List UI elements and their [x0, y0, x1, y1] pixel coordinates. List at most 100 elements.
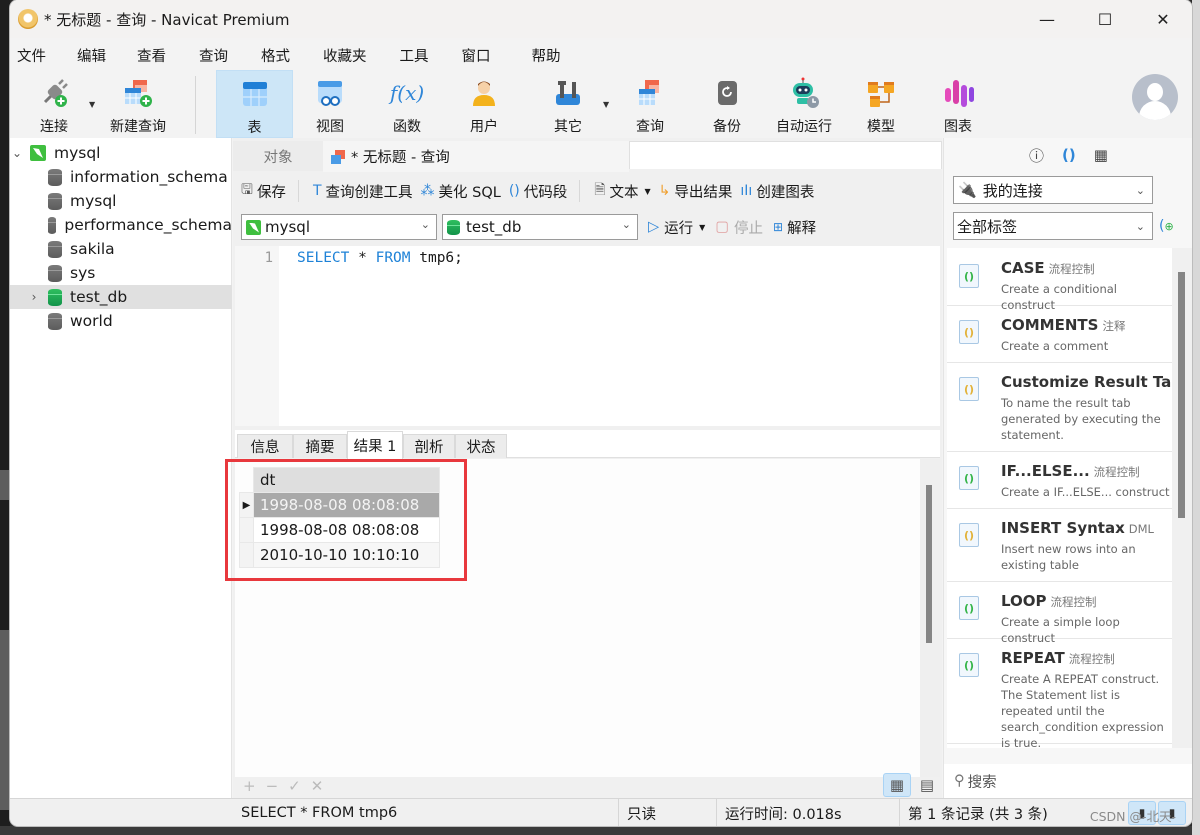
run-dropdown-arrow-icon[interactable]: ▼ — [699, 223, 705, 232]
table-cell[interactable]: 2010-10-10 10:10:10 — [253, 542, 440, 568]
tree-db-information_schema[interactable]: information_schema — [10, 165, 232, 189]
tree-db-world[interactable]: world — [10, 309, 232, 333]
tree-db-mysql[interactable]: mysql — [10, 189, 232, 213]
snippet-item[interactable]: () REPEAT 流程控制 Create A REPEAT construct.… — [947, 639, 1172, 748]
discard-changes-button[interactable]: ✕ — [311, 777, 324, 795]
scrollbar-thumb[interactable] — [926, 485, 932, 643]
snippet-search-input[interactable]: ⚲ 搜索 — [944, 764, 1192, 798]
layout-icon[interactable]: ▦ — [1094, 146, 1108, 164]
snippet-icon[interactable]: () — [1062, 146, 1076, 164]
tab-result-1[interactable]: 结果 1 — [347, 431, 403, 459]
tab-summary[interactable]: 摘要 — [293, 434, 347, 458]
row-header[interactable] — [239, 542, 254, 568]
snippet-item[interactable]: () COMMENTS 注释 Create a comment — [947, 306, 1172, 363]
tab-query[interactable]: * 无标题 - 查询 — [323, 141, 629, 172]
explain-button[interactable]: ⊞ 解释 — [773, 217, 816, 238]
minimize-button[interactable]: — — [1018, 0, 1076, 38]
toolbar-model-button[interactable]: 模型 — [855, 70, 907, 138]
selector-row: mysql ⌄ test_db ⌄ ▷ 运行 ▼ ▢ 停止 ⊞ 解释 — [241, 214, 816, 240]
stop-icon: ▢ — [715, 219, 730, 235]
grid-view-button[interactable]: ▦ — [883, 773, 911, 797]
toolbar-query-button[interactable]: 查询 — [624, 70, 676, 138]
tag-filter-select[interactable]: 全部标签 ⌄ — [953, 212, 1153, 240]
tab-objects[interactable]: 对象 — [233, 141, 323, 171]
toolbar-connect-button[interactable]: 连接 — [28, 70, 80, 138]
create-chart-button[interactable]: ıIı 创建图表 — [740, 181, 814, 202]
toolbar-new-query-button[interactable]: 新建查询 — [102, 70, 174, 138]
apply-changes-button[interactable]: ✓ — [288, 777, 301, 795]
connect-dropdown-arrow-icon[interactable]: ▼ — [89, 100, 95, 109]
snippet-item[interactable]: () Customize Result Tab N To name the re… — [947, 363, 1172, 452]
toolbar-chart-button[interactable]: 图表 — [932, 70, 984, 138]
toolbar-backup-button[interactable]: 备份 — [701, 70, 753, 138]
row-header[interactable] — [239, 517, 254, 543]
close-button[interactable]: ✕ — [1134, 0, 1192, 38]
tab-status[interactable]: 状态 — [455, 434, 507, 458]
toolbar-user-button[interactable]: 用户 — [458, 70, 510, 138]
tree-db-performance_schema[interactable]: performance_schema — [10, 213, 232, 237]
snippet-item[interactable]: () INSERT Syntax DML Insert new rows into… — [947, 509, 1172, 582]
tab-profile[interactable]: 剖析 — [403, 434, 455, 458]
toolbar-automation-button[interactable]: 自动运行 — [772, 70, 836, 138]
chevron-down-icon: ⌄ — [621, 218, 631, 231]
search-icon: ⚲ — [954, 773, 965, 789]
run-button[interactable]: ▷ 运行 ▼ — [648, 217, 705, 238]
sql-editor[interactable]: 1 SELECT * FROM tmp6; — [235, 246, 940, 426]
menu-tools[interactable]: 工具 — [400, 45, 429, 66]
menu-view[interactable]: 查看 — [137, 45, 166, 66]
chevron-down-icon[interactable]: ⌄ — [10, 146, 24, 160]
snippet-item[interactable]: () Runtime Parameter — [947, 744, 1172, 748]
toolbar-table-button[interactable]: 表 — [216, 70, 293, 138]
menu-file[interactable]: 文件 — [17, 45, 46, 66]
other-dropdown-arrow-icon[interactable]: ▼ — [603, 100, 609, 109]
tree-db-sys[interactable]: sys — [10, 261, 232, 285]
column-header-dt[interactable]: dt — [253, 467, 440, 493]
scrollbar-thumb[interactable] — [1178, 272, 1185, 518]
table-row[interactable]: 1998-08-08 08:08:08 — [239, 517, 440, 543]
menu-query[interactable]: 查询 — [199, 45, 228, 66]
info-icon[interactable]: ⓘ — [1029, 145, 1044, 166]
tree-db-label: sys — [70, 264, 96, 282]
snippet-list-scrollbar[interactable] — [1172, 248, 1192, 748]
menu-format[interactable]: 格式 — [261, 45, 290, 66]
table-cell[interactable]: 1998-08-08 08:08:08 — [253, 492, 440, 518]
add-record-button[interactable]: + — [243, 777, 256, 795]
beautify-sql-button[interactable]: ⁂ 美化 SQL — [421, 181, 501, 202]
user-avatar[interactable] — [1132, 74, 1178, 120]
delete-record-button[interactable]: − — [266, 777, 279, 795]
form-view-button[interactable]: ▤ — [913, 773, 941, 797]
toolbar-function-button[interactable]: f(x) 函数 — [381, 70, 433, 138]
menu-favorites[interactable]: 收藏夹 — [323, 45, 367, 66]
code-snippet-button[interactable]: () 代码段 — [509, 181, 567, 202]
tree-db-sakila[interactable]: sakila — [10, 237, 232, 261]
menu-window[interactable]: 窗口 — [462, 45, 491, 66]
tree-connection-mysql[interactable]: ⌄ mysql — [10, 141, 232, 165]
toolbar-other-button[interactable]: 其它 — [542, 70, 594, 138]
database-select[interactable]: test_db ⌄ — [442, 214, 638, 240]
snippet-item[interactable]: () LOOP 流程控制 Create a simple loop constru… — [947, 582, 1172, 645]
row-marker-icon[interactable]: ▶ — [239, 492, 254, 518]
menu-edit[interactable]: 编辑 — [77, 45, 106, 66]
save-button[interactable]: 🖫 保存 — [241, 179, 286, 203]
tab-info[interactable]: 信息 — [237, 434, 293, 458]
export-results-button[interactable]: ↳ 导出结果 — [659, 181, 733, 202]
table-row[interactable]: 2010-10-10 10:10:10 — [239, 542, 440, 568]
snippet-item[interactable]: () IF...ELSE... 流程控制 Create a IF...ELSE..… — [947, 452, 1172, 509]
query-builder-button[interactable]: T 查询创建工具 — [313, 181, 413, 202]
chevron-right-icon[interactable]: › — [27, 290, 41, 304]
stop-button[interactable]: ▢ 停止 — [715, 217, 763, 238]
add-snippet-icon[interactable]: (⊕ — [1159, 218, 1174, 234]
toolbar-view-button[interactable]: 视图 — [304, 70, 356, 138]
table-cell[interactable]: 1998-08-08 08:08:08 — [253, 517, 440, 543]
tree-db-test_db[interactable]: › test_db — [10, 285, 232, 309]
connection-filter-select[interactable]: 🔌 我的连接 ⌄ — [953, 176, 1153, 204]
text-mode-button[interactable]: 🗎 文本 ▼ — [594, 179, 650, 203]
text-dropdown-arrow-icon[interactable]: ▼ — [645, 187, 651, 196]
play-icon: ▷ — [648, 219, 660, 235]
snippet-item[interactable]: () CASE 流程控制 Create a conditional constru… — [947, 248, 1172, 312]
connection-select[interactable]: mysql ⌄ — [241, 214, 437, 240]
result-vertical-scrollbar[interactable] — [920, 459, 940, 777]
menu-help[interactable]: 帮助 — [532, 45, 561, 66]
maximize-button[interactable]: ☐ — [1076, 0, 1134, 38]
table-row[interactable]: ▶ 1998-08-08 08:08:08 — [239, 492, 440, 518]
